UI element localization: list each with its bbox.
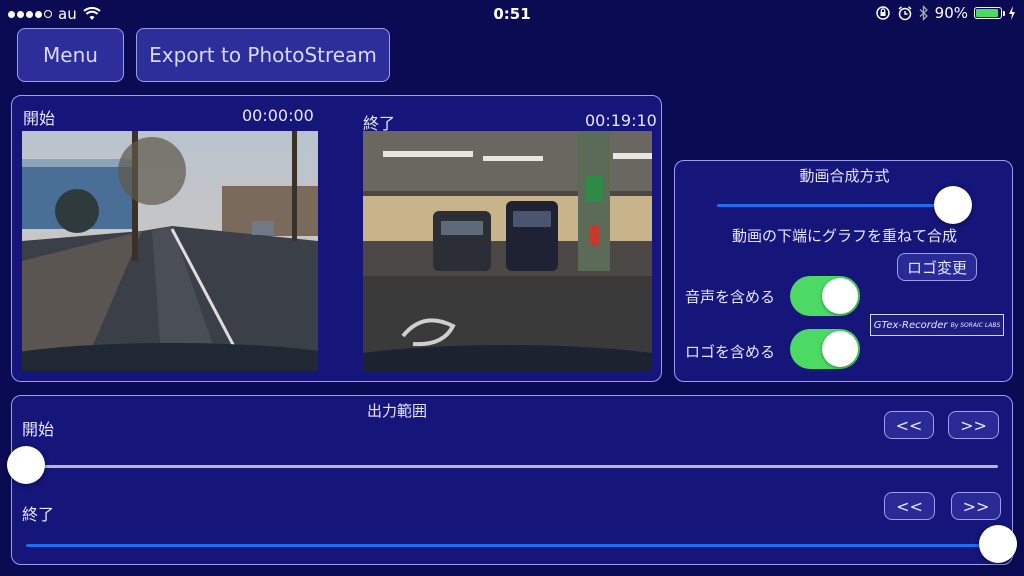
change-logo-button[interactable]: ロゴ変更 — [897, 253, 977, 281]
menu-button[interactable]: Menu — [17, 28, 124, 82]
clock: 0:51 — [493, 5, 531, 23]
preview-start-time: 00:00:00 — [242, 106, 314, 125]
export-to-photostream-button[interactable]: Export to PhotoStream — [136, 28, 390, 82]
composition-panel: 動画合成方式 動画の下端にグラフを重ねて合成 ロゴ変更 音声を含める GTex-… — [674, 160, 1013, 382]
end-slider-thumb[interactable] — [979, 525, 1017, 563]
range-start-label: 開始 — [22, 420, 55, 439]
include-logo-toggle[interactable] — [790, 329, 860, 369]
start-frame-thumbnail[interactable] — [22, 131, 318, 371]
output-range-panel: 出力範囲 開始 << >> 終了 << >> — [7, 395, 1017, 565]
composition-slider-track[interactable] — [717, 204, 953, 207]
street-scene-image — [22, 131, 318, 371]
bluetooth-icon — [919, 5, 928, 21]
battery-percent: 90% — [934, 4, 968, 22]
rotation-lock-icon — [875, 6, 890, 20]
end-slider-filled-track[interactable] — [26, 544, 998, 547]
charging-icon — [1009, 6, 1015, 20]
preview-start-label: 開始 — [23, 109, 56, 128]
composition-mode-text: 動画の下端にグラフを重ねて合成 — [731, 227, 957, 245]
start-prev-button[interactable]: << — [884, 411, 934, 439]
include-logo-label: ロゴを含める — [685, 343, 776, 361]
battery-icon — [974, 7, 1005, 19]
alarm-icon — [898, 6, 912, 21]
status-bar: au 0:51 90% — [0, 0, 1024, 28]
gtex-recorder-logo: GTex-Recorder By SORAIC LABS — [870, 314, 1004, 336]
start-slider-thumb[interactable] — [7, 446, 45, 484]
range-end-label: 終了 — [22, 505, 55, 524]
preview-end-time: 00:19:10 — [585, 111, 657, 130]
include-audio-label: 音声を含める — [685, 288, 776, 306]
preview-panel: 開始 00:00:00 終了 00:19:10 — [11, 95, 662, 382]
parking-scene-image — [363, 131, 652, 371]
status-right: 90% — [875, 4, 1016, 22]
start-slider-track[interactable] — [26, 465, 998, 468]
include-audio-toggle[interactable] — [790, 276, 860, 316]
logo-subtext: By SORAIC LABS — [950, 321, 1001, 329]
end-next-button[interactable]: >> — [951, 492, 1001, 520]
end-prev-button[interactable]: << — [884, 492, 935, 520]
output-range-title: 出力範囲 — [366, 402, 427, 420]
start-next-button[interactable]: >> — [948, 411, 999, 439]
end-frame-thumbnail[interactable] — [363, 131, 652, 371]
composition-title: 動画合成方式 — [799, 167, 890, 185]
logo-text: GTex-Recorder — [873, 319, 948, 331]
composition-slider-thumb[interactable] — [934, 186, 972, 224]
